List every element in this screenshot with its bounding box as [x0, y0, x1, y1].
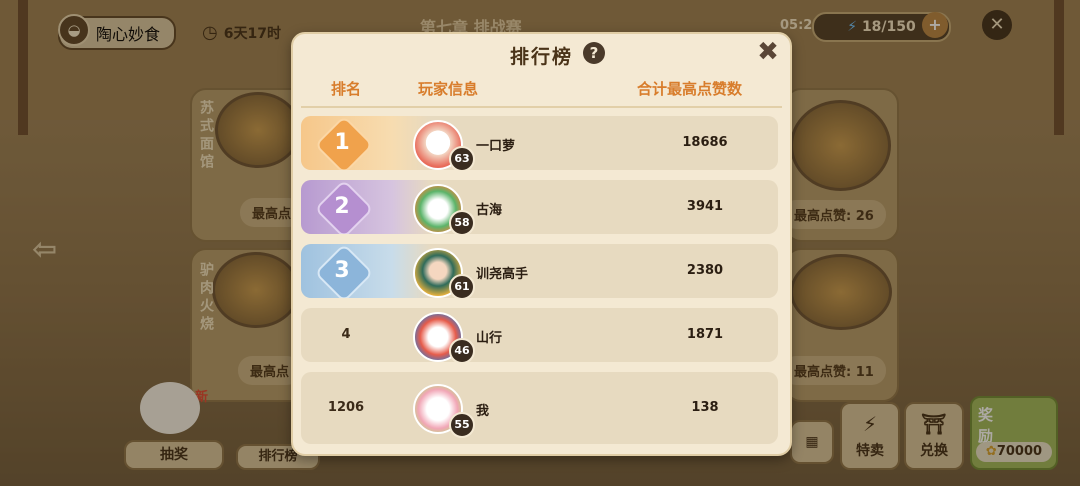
- player-score: 18686: [682, 135, 728, 150]
- leaderboard-row[interactable]: 3 61 训尧高手 2380: [301, 244, 778, 298]
- rank-number: 3: [334, 258, 350, 283]
- modal-header: 排行榜 ? ✖: [293, 34, 790, 74]
- player-name: 我: [476, 404, 490, 419]
- player-level: 46: [449, 338, 475, 362]
- header-score: 合计最高点赞数: [637, 80, 743, 98]
- leaderboard-row-self[interactable]: 1206 55 我 138: [301, 372, 778, 444]
- player-score: 138: [691, 400, 719, 415]
- player-name: 训尧高手: [476, 267, 529, 282]
- modal-close-icon[interactable]: ✖: [754, 38, 782, 66]
- player-name: 山行: [476, 331, 503, 346]
- header-player: 玩家信息: [418, 80, 479, 98]
- rank-number: 1: [334, 130, 350, 155]
- player-score: 1871: [686, 327, 724, 342]
- player-level: 55: [449, 412, 475, 438]
- player-score: 3941: [686, 199, 724, 214]
- leaderboard-row[interactable]: 4 46 山行 1871: [301, 308, 778, 362]
- leaderboard-row[interactable]: 1 63 一口萝 18686: [301, 116, 778, 170]
- help-icon[interactable]: ?: [583, 42, 605, 64]
- rank-number: 4: [341, 327, 351, 342]
- header-rank: 排名: [331, 80, 362, 98]
- player-name: 一口萝: [476, 139, 516, 154]
- player-score: 2380: [686, 263, 724, 278]
- leaderboard-row[interactable]: 2 58 古海 3941: [301, 180, 778, 234]
- player-level: 58: [449, 210, 475, 234]
- modal-title: 排行榜: [509, 46, 573, 68]
- player-name: 古海: [476, 203, 503, 218]
- header-divider: [301, 106, 782, 108]
- player-level: 63: [449, 146, 475, 170]
- column-headers: 排名 玩家信息 合计最高点赞数: [293, 78, 790, 102]
- player-level: 61: [449, 274, 475, 298]
- leaderboard-modal: 排行榜 ? ✖ 排名 玩家信息 合计最高点赞数 1 63 一口萝 18686 2…: [291, 32, 792, 456]
- rank-number: 1206: [327, 400, 365, 415]
- rank-number: 2: [334, 194, 350, 219]
